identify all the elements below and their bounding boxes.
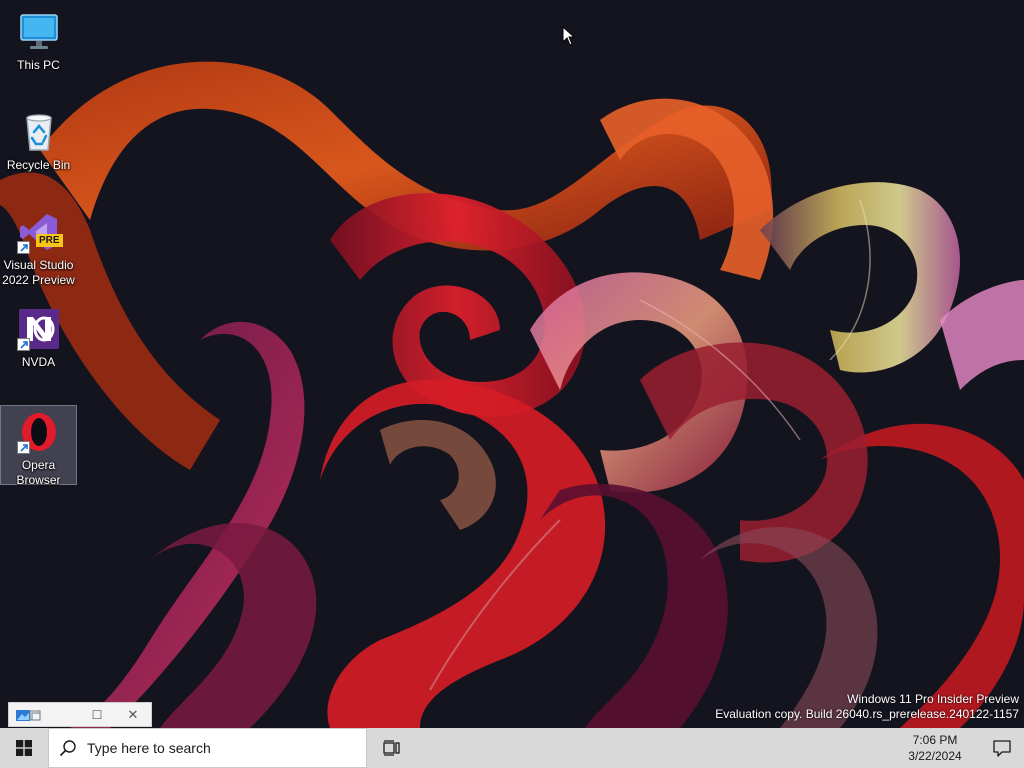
desktop-icon-opera[interactable]: Opera Browser	[0, 405, 77, 487]
notification-center-button[interactable]	[980, 728, 1024, 768]
mouse-cursor-icon	[562, 26, 576, 46]
pre-badge: PRE	[35, 234, 63, 247]
taskbar-search-box[interactable]: Type here to search	[48, 728, 367, 768]
search-placeholder: Type here to search	[87, 740, 211, 756]
desktop-icon-nvda[interactable]: NVDA	[0, 303, 77, 370]
maximize-button[interactable]: ☐	[79, 703, 115, 726]
desktop-icon-label: Opera Browser	[16, 458, 61, 487]
nvda-icon	[16, 307, 61, 351]
opera-icon	[16, 410, 61, 454]
desktop-icon-label: Visual Studio 2022 Preview	[2, 258, 75, 287]
close-button[interactable]: ✕	[115, 703, 151, 726]
start-button[interactable]	[0, 728, 48, 768]
clock-time: 7:06 PM	[912, 733, 958, 747]
monitor-icon	[17, 10, 61, 54]
desktop[interactable]: This PC Recycle Bin PRE Visual Studio 20…	[0, 0, 1024, 728]
shortcut-arrow-icon	[16, 241, 30, 254]
watermark-line-edition: Windows 11 Pro Insider Preview	[847, 692, 1019, 706]
desktop-icon-recycle-bin[interactable]: Recycle Bin	[0, 106, 77, 173]
taskbar: Type here to search 7:06 PM 3/22/2024	[0, 728, 1024, 768]
desktop-icon-label: Recycle Bin	[6, 158, 71, 172]
notification-icon	[993, 740, 1011, 757]
visual-studio-icon: PRE	[16, 210, 63, 254]
shortcut-arrow-icon	[16, 441, 30, 454]
desktop-icon-label: NVDA	[21, 355, 56, 369]
app-thumbnail-icon[interactable]	[15, 707, 43, 723]
clock-date: 3/22/2024	[908, 749, 962, 763]
desktop-icon-visual-studio[interactable]: PRE Visual Studio 2022 Preview	[0, 206, 77, 288]
shortcut-arrow-icon	[16, 338, 30, 351]
task-view-button[interactable]	[368, 728, 416, 768]
recycle-bin-icon	[17, 110, 61, 154]
wallpaper	[0, 0, 1024, 728]
minimize-button[interactable]	[43, 703, 79, 726]
desktop-icon-label: This PC	[17, 58, 60, 72]
system-clock[interactable]: 7:06 PM 3/22/2024	[890, 728, 980, 768]
task-view-icon	[383, 740, 400, 756]
watermark-line-build: Evaluation copy. Build 26040.rs_prerelea…	[715, 707, 1019, 721]
windows-logo-icon	[16, 740, 32, 756]
evaluation-watermark: Windows 11 Pro Insider Preview Evaluatio…	[715, 692, 1019, 722]
desktop-icon-this-pc[interactable]: This PC	[0, 6, 77, 73]
minimized-window-strip[interactable]: ☐ ✕	[8, 702, 152, 727]
search-icon	[59, 740, 76, 757]
